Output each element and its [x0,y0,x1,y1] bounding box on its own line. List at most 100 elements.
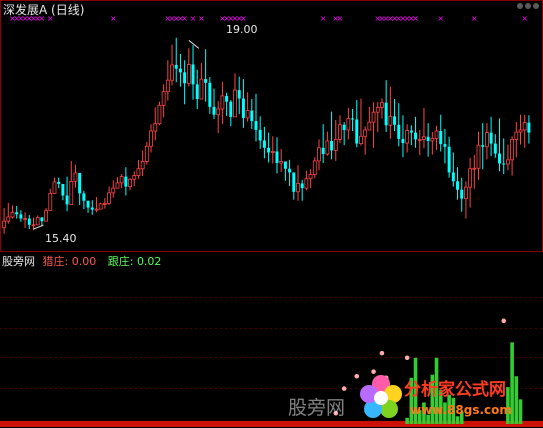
indicator-legend: 股旁网 猎庄: 0.00 跟庄: 0.02 [2,253,161,269]
control-dot-icon[interactable] [517,3,523,9]
indicator-name: 股旁网 [2,255,35,268]
candle-body [119,176,124,184]
flower-logo-icon [360,375,402,418]
candle-body [35,217,40,226]
candle-body [296,183,300,193]
candle-body [199,78,204,100]
candle-body [174,64,178,69]
candle-body [165,79,170,93]
candle-body [57,181,61,184]
legend-item1-label: 猎庄: [42,255,69,268]
candle-body [212,106,216,115]
candle-body [300,183,304,189]
high-annotation: 19.00 [226,23,258,36]
candle-body [514,131,519,140]
candle-body [250,110,254,122]
candle-body [233,89,237,118]
candle-body [317,147,321,162]
candle-body [384,102,388,126]
candle-body [502,163,506,165]
candle-body [15,212,19,215]
candle-body [2,220,6,228]
candle-body [393,116,397,125]
candle-body [102,202,107,205]
legend-item2-label: 跟庄: [107,255,134,268]
signal-mark: × [437,14,444,23]
candle-body [69,180,74,205]
control-dot-icon[interactable] [525,3,531,9]
candle-body [279,161,284,164]
candle-body [178,68,182,73]
candle-body [86,200,90,208]
candle-body [78,172,82,194]
watermark-text: 股旁网 [288,397,346,419]
candle-body [451,172,455,182]
signal-mark: × [521,14,528,23]
candle-body [510,139,515,161]
window-controls[interactable] [517,3,539,9]
candle-body [375,107,380,113]
price-panel-frame [0,0,543,252]
candle-body [48,192,53,212]
candle-body [443,144,447,147]
candle-body [359,135,363,145]
candle-body [283,161,287,169]
candle-body [136,168,141,176]
candle-body [308,174,313,180]
candle-body [216,108,221,116]
candle-body [489,132,493,144]
candle-body [447,146,451,173]
candle-body [325,140,330,155]
candle-body [468,168,473,188]
control-dot-icon[interactable] [533,3,539,9]
candle-body [275,151,279,163]
candle-body [292,172,296,192]
candle-body [241,98,245,118]
watermark-logo: 分析家公式网 www.88gs.com [356,368,542,426]
candle-body [27,218,31,225]
candle-body [186,64,191,84]
candle-body [52,181,57,194]
candle-body [111,187,116,194]
signal-mark: × [190,14,197,23]
candle-body [426,136,430,141]
candle-body [204,79,208,83]
candle-body [493,143,497,154]
annotation-leader [188,39,200,49]
logo-url: www.88gs.com [410,403,512,417]
candle-body [73,172,78,182]
candle-body [44,210,48,222]
candle-body [157,104,162,125]
signal-mark: × [198,14,205,23]
candle-body [115,182,120,189]
candle-body [262,140,266,148]
candle-body [485,132,489,148]
candle-body [82,193,86,201]
candle-body [312,160,317,175]
candle-body [195,84,199,100]
candle-body [527,122,531,133]
signal-mark: × [337,14,344,23]
candle-body [472,167,477,170]
signal-dot [501,318,507,324]
signal-mark: × [110,14,117,23]
candle-body [288,168,292,173]
candle-body [405,130,410,144]
candle-body [401,138,405,144]
candle-body [6,216,11,222]
candle-body [10,211,15,218]
legend-item1-value: 0.00 [71,255,97,268]
candle-body [409,130,413,133]
candle-body [267,147,271,153]
candle-body [342,124,346,130]
signal-mark: × [181,14,188,23]
candle-body [422,136,426,140]
candle-body [430,137,435,142]
logo-title: 分析家公式网 [404,380,506,400]
low-annotation: 15.40 [45,232,77,245]
candle-body [254,121,258,130]
candle-body [522,122,527,131]
candle-body [65,195,69,205]
candle-body [498,153,502,164]
candle-body [380,102,384,108]
